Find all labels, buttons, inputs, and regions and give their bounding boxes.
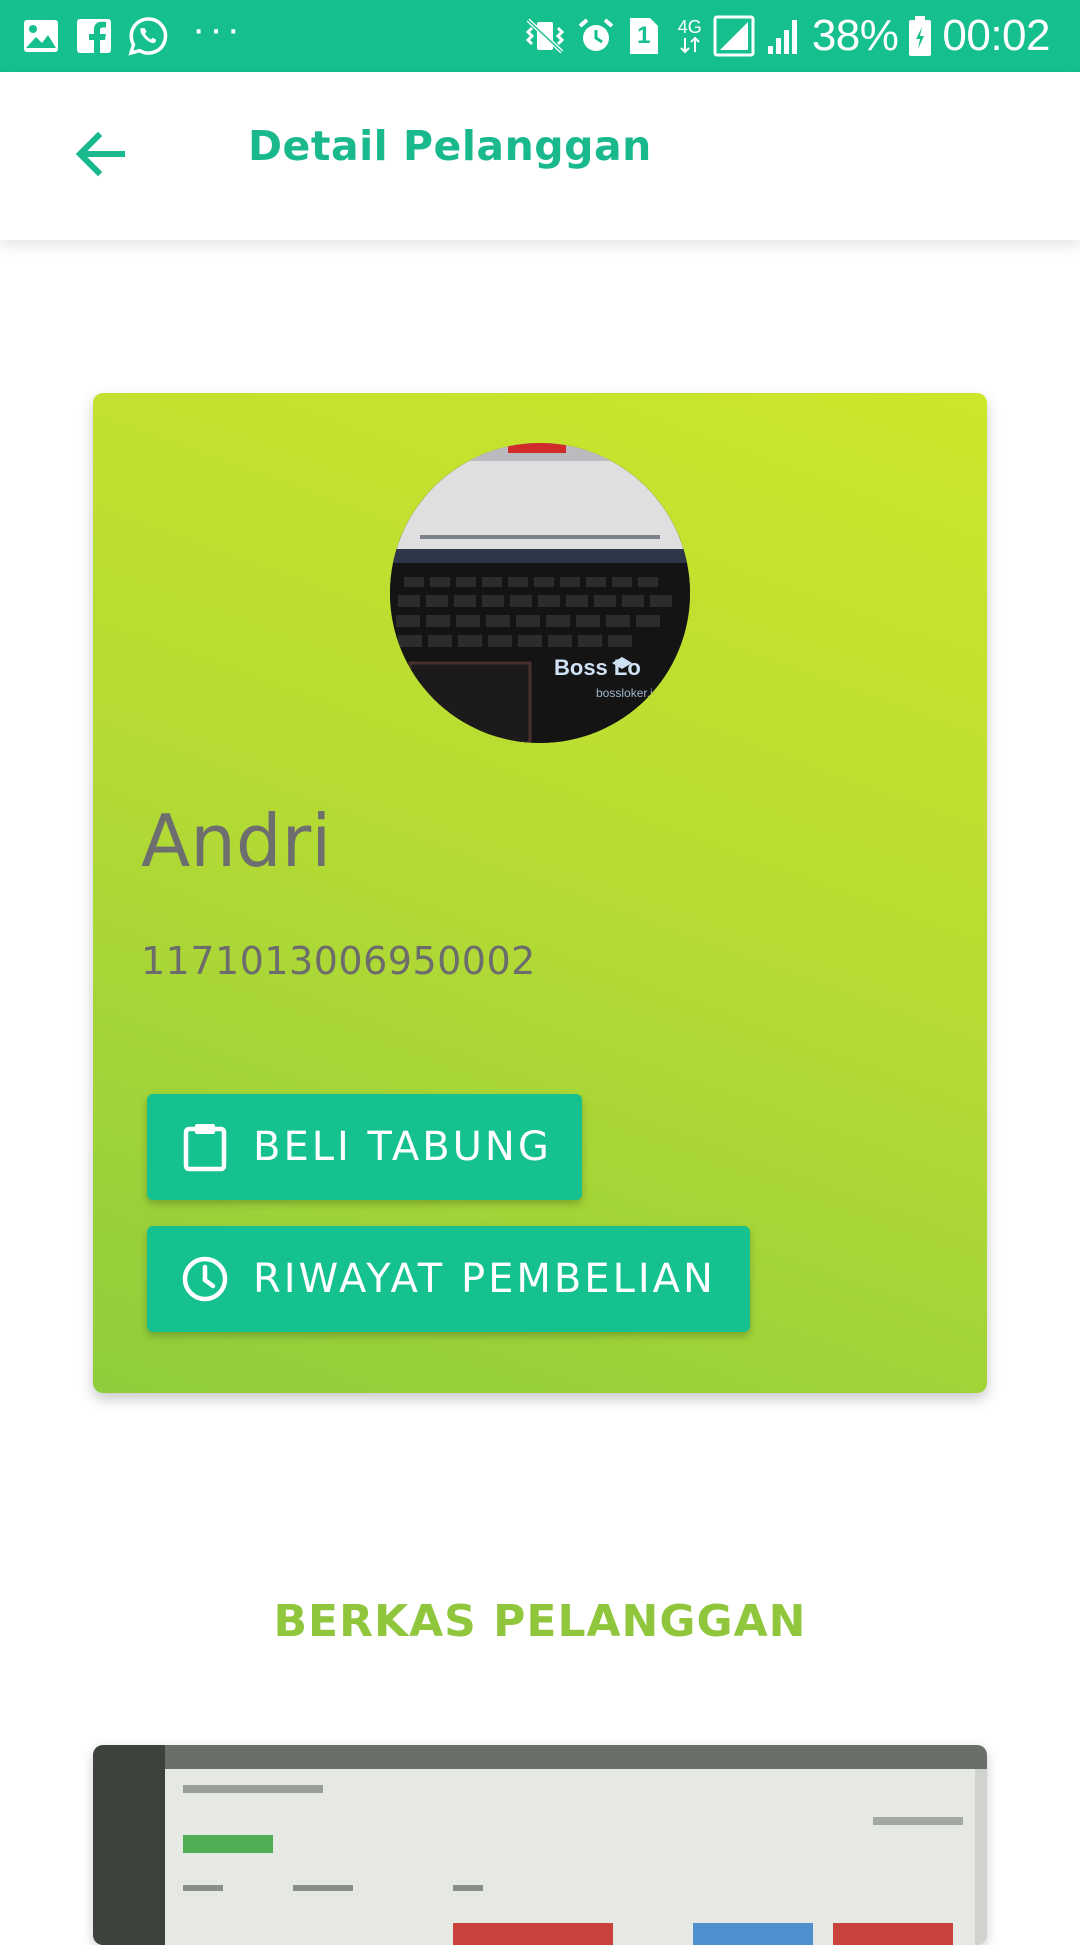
berkas-pelanggan-heading: BERKAS PELANGGAN <box>273 1596 807 1647</box>
clipboard-icon <box>181 1123 229 1172</box>
customer-file-image[interactable] <box>93 1745 987 1945</box>
whatsapp-icon <box>128 16 168 56</box>
alarm-icon <box>576 16 616 56</box>
status-bar-system: 1 4G 38% 00:02 <box>524 0 1050 72</box>
customer-name: Andri <box>141 799 332 883</box>
gallery-icon <box>22 17 60 55</box>
vibrate-icon <box>524 16 566 56</box>
facebook-icon <box>76 18 112 54</box>
back-button[interactable] <box>56 112 144 200</box>
more-notifications-indicator: ··· <box>192 7 244 51</box>
battery-icon <box>908 15 932 57</box>
app-bar: Detail Pelanggan <box>0 72 1080 240</box>
customer-profile-card: Boss Lo bossloker.id Andri 1171013006950… <box>93 393 987 1393</box>
status-bar: ··· 1 4G 38% 00:02 <box>0 0 1080 72</box>
photo-logo-subtext: bossloker.id <box>596 686 659 700</box>
signal-bars-icon <box>766 16 802 56</box>
avatar[interactable]: Boss Lo bossloker.id <box>390 443 690 743</box>
clock-icon <box>181 1255 229 1303</box>
customer-id-number: 1171013006950002 <box>141 939 536 983</box>
battery-percentage: 38% <box>811 11 899 60</box>
page-title: Detail Pelanggan <box>248 122 652 170</box>
file-photo <box>93 1745 987 1945</box>
beli-tabung-button[interactable]: BELI TABUNG <box>147 1094 582 1200</box>
clock-time: 00:02 <box>942 11 1050 60</box>
signal-icon <box>712 14 756 58</box>
riwayat-pembelian-button[interactable]: RIWAYAT PEMBELIAN <box>147 1226 750 1332</box>
beli-tabung-label: BELI TABUNG <box>253 1124 552 1170</box>
sim-slot-number: 1 <box>637 22 651 49</box>
sim-icon: 1 <box>626 16 662 56</box>
status-bar-notifications: ··· <box>22 0 244 72</box>
photo-logo-text: Boss Lo <box>554 655 641 680</box>
network-4g-icon: 4G <box>678 18 702 54</box>
riwayat-pembelian-label: RIWAYAT PEMBELIAN <box>253 1256 716 1302</box>
customer-photo: Boss Lo bossloker.id <box>390 443 690 743</box>
arrow-left-icon <box>72 126 128 187</box>
network-type: 4G <box>677 17 702 37</box>
